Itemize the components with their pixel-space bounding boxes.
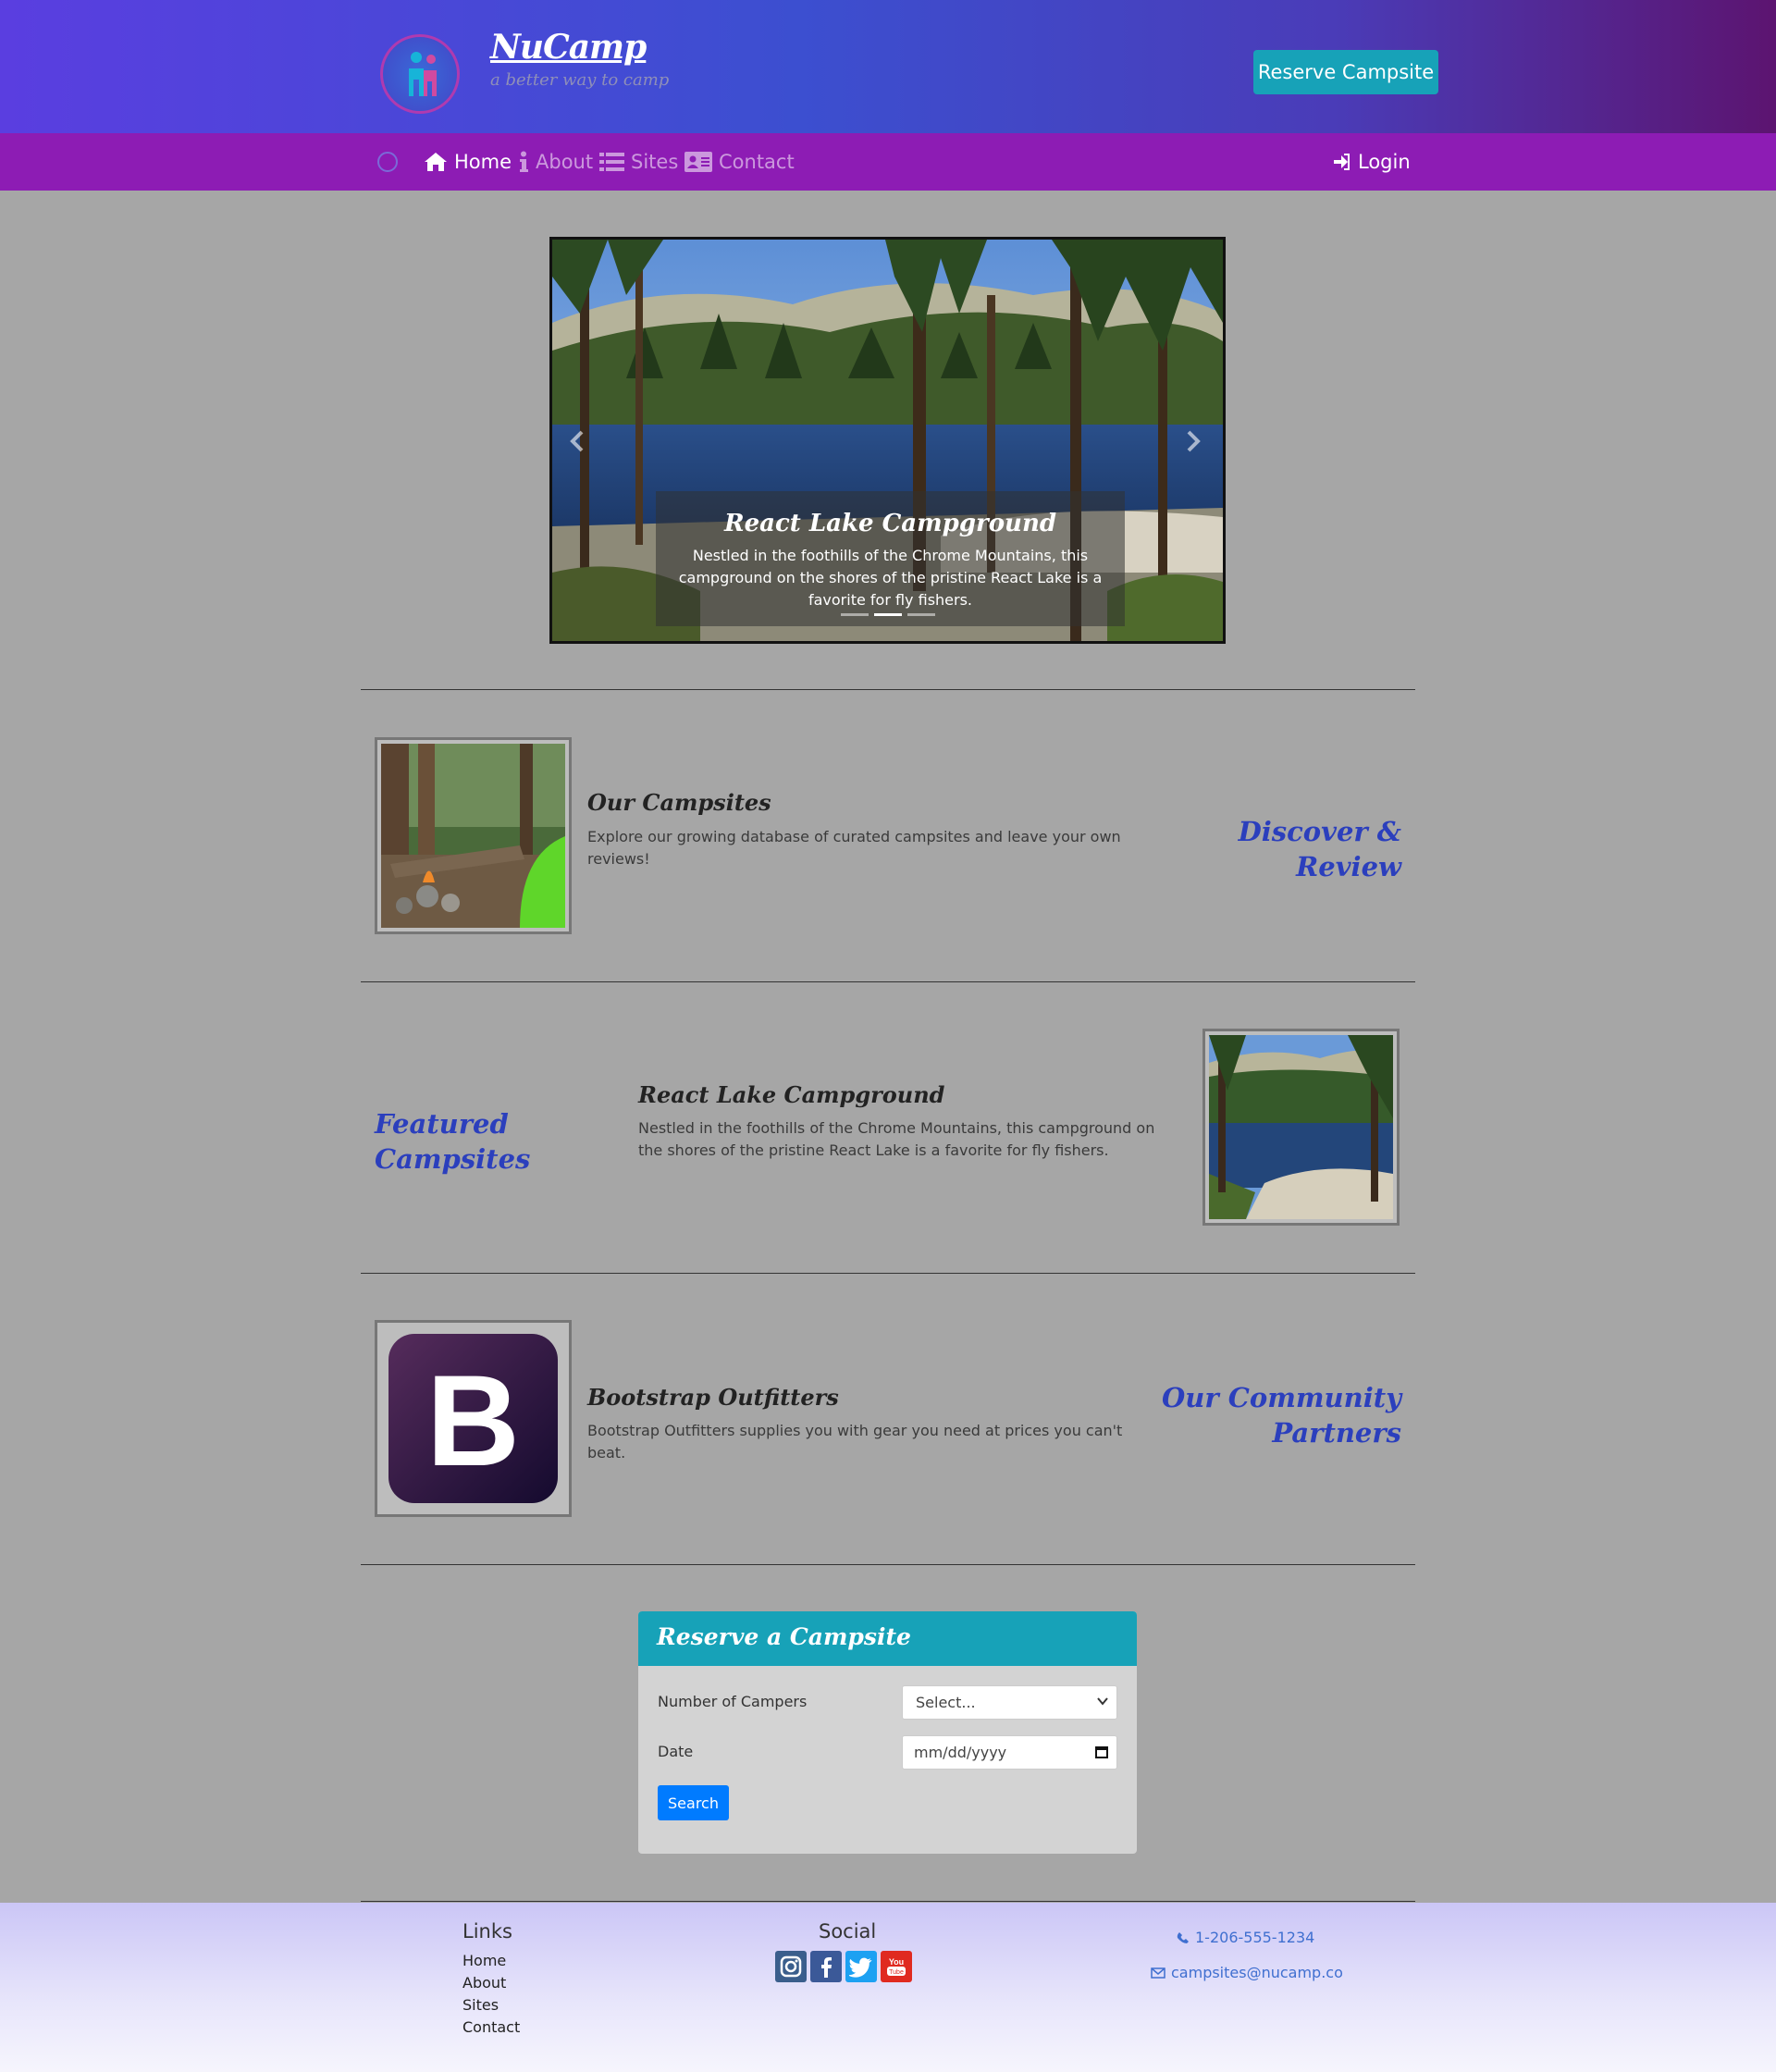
nav-home-label: Home	[454, 151, 512, 173]
carousel-title: React Lake Campground	[723, 510, 1057, 537]
campers-select-value: Select...	[916, 1694, 976, 1711]
search-button[interactable]: Search	[658, 1785, 729, 1820]
footer	[0, 1903, 1776, 2072]
reserve-campsite-button[interactable]: Reserve Campsite	[1253, 50, 1438, 94]
reserve-card-title: Reserve a Campsite	[638, 1611, 1137, 1666]
home-icon	[425, 153, 447, 171]
carousel-indicator-3[interactable]	[907, 613, 935, 616]
reserve-campsite-card: Reserve a Campsite Number of Campers Sel…	[638, 1611, 1137, 1854]
date-input[interactable]: mm/dd/yyyy	[902, 1735, 1117, 1770]
svg-text:You: You	[889, 1957, 904, 1967]
divider	[361, 1273, 1415, 1274]
campers-select[interactable]: Select...	[902, 1685, 1117, 1720]
instagram-icon[interactable]	[775, 1951, 807, 1982]
divider	[361, 689, 1415, 690]
featured-thumbnail	[1202, 1029, 1400, 1226]
carousel-indicator-2[interactable]	[874, 613, 902, 616]
partner-text: Bootstrap Outfitters supplies you with g…	[587, 1422, 1123, 1462]
nav-contact-label: Contact	[719, 151, 795, 173]
info-icon	[520, 151, 528, 172]
brand-title: NuCamp	[490, 28, 647, 67]
bootstrap-logo-letter: B	[426, 1348, 520, 1493]
partner-thumbnail: B	[375, 1320, 572, 1517]
community-partners-label: Our Community Partners	[1162, 1382, 1401, 1449]
nav-brand-icon[interactable]	[377, 152, 398, 172]
carousel-indicator-1[interactable]	[841, 613, 869, 616]
react-lake-photo	[1209, 1035, 1393, 1219]
carousel-next-icon[interactable]	[1174, 423, 1211, 460]
hero-carousel: React Lake Campground Nestled in the foo…	[549, 237, 1226, 644]
footer-link-home[interactable]: Home	[462, 1952, 506, 1969]
footer-link-sites[interactable]: Sites	[462, 1996, 499, 2014]
campsites-title: Our Campsites	[587, 789, 771, 816]
chevron-down-icon	[1097, 1697, 1108, 1706]
youtube-icon[interactable]: You Tube	[881, 1951, 912, 1982]
nav-home[interactable]: Home	[424, 133, 512, 191]
list-icon	[599, 153, 624, 171]
carousel-caption: React Lake Campground Nestled in the foo…	[656, 491, 1125, 626]
footer-links-heading: Links	[462, 1920, 512, 1942]
login-button[interactable]: Login	[1333, 133, 1411, 191]
nav-about[interactable]: About	[518, 133, 593, 191]
campers-label: Number of Campers	[658, 1693, 808, 1710]
navbar: Home About Sites Contact Login	[0, 133, 1776, 191]
svg-text:Tube: Tube	[889, 1969, 904, 1976]
carousel-text: Nestled in the foothills of the Chrome M…	[678, 547, 1103, 609]
discover-review-label: Discover & Review	[1238, 816, 1401, 882]
divider	[361, 981, 1415, 982]
header-jumbotron: NuCamp a better way to camp Reserve Camp…	[0, 0, 1776, 133]
featured-campsites-label: Featured Campsites	[375, 1108, 531, 1175]
facebook-icon[interactable]	[810, 1951, 842, 1982]
carousel-indicators	[841, 613, 935, 616]
footer-phone-text: 1-206-555-1234	[1195, 1929, 1315, 1946]
phone-icon	[1177, 1931, 1189, 1943]
twitter-icon[interactable]	[845, 1951, 877, 1982]
footer-email[interactable]: campsites@nucamp.co	[1151, 1964, 1343, 1981]
nucamp-logo[interactable]	[380, 34, 460, 114]
footer-link-about[interactable]: About	[462, 1974, 506, 1992]
nav-about-label: About	[536, 151, 594, 173]
bootstrap-logo: B	[388, 1334, 558, 1503]
featured-title: React Lake Campground	[638, 1081, 945, 1108]
envelope-icon	[1151, 1967, 1166, 1979]
address-card-icon	[684, 152, 712, 172]
login-label: Login	[1358, 151, 1411, 173]
brand-subtitle: a better way to camp	[490, 70, 670, 90]
campsites-text: Explore our growing database of curated …	[587, 828, 1121, 868]
nav-contact[interactable]: Contact	[684, 133, 795, 191]
carousel-prev-icon[interactable]	[560, 423, 597, 460]
calendar-icon[interactable]	[1094, 1745, 1109, 1759]
featured-text: Nestled in the foothills of the Chrome M…	[638, 1119, 1155, 1159]
divider	[361, 1564, 1415, 1565]
campers-logo-icon	[409, 52, 437, 96]
campfire-photo	[381, 744, 565, 928]
date-placeholder: mm/dd/yyyy	[914, 1744, 1007, 1761]
sign-in-icon	[1334, 154, 1350, 170]
campsites-thumbnail	[375, 737, 572, 934]
divider	[361, 1901, 1415, 1902]
footer-email-text: campsites@nucamp.co	[1171, 1964, 1343, 1981]
footer-social-heading: Social	[819, 1920, 877, 1942]
nav-sites[interactable]: Sites	[599, 133, 678, 191]
nav-sites-label: Sites	[631, 151, 679, 173]
partner-title: Bootstrap Outfitters	[587, 1384, 839, 1411]
footer-link-contact[interactable]: Contact	[462, 2018, 520, 2036]
footer-phone[interactable]: 1-206-555-1234	[1177, 1929, 1314, 1946]
date-label: Date	[658, 1743, 694, 1760]
